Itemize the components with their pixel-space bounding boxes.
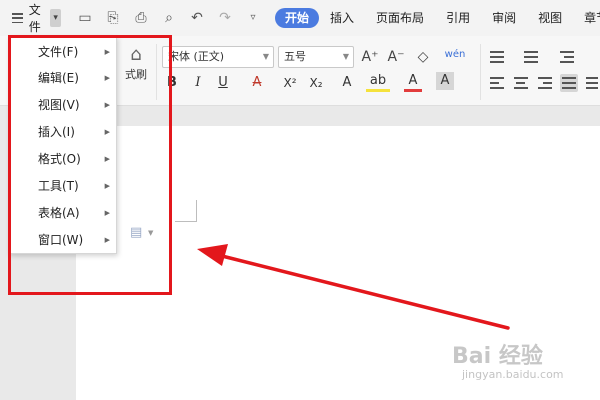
file-menu-button[interactable]: 文件 ▾ xyxy=(0,0,61,36)
text-effect-button[interactable]: A xyxy=(336,72,358,94)
distributed-align-icon[interactable] xyxy=(584,74,600,92)
decrease-indent-icon[interactable] xyxy=(558,48,576,66)
annotation-highlight-box xyxy=(8,35,172,295)
watermark-url: jingyan.baidu.com xyxy=(462,368,564,381)
customize-icon[interactable]: ▿ xyxy=(245,10,261,26)
print-preview-icon[interactable]: ⌕ xyxy=(161,10,177,26)
tab-section[interactable]: 章节 xyxy=(573,8,600,28)
undo-icon[interactable]: ↶ xyxy=(189,10,205,26)
save-icon[interactable]: ▭ xyxy=(77,10,93,26)
group-divider xyxy=(480,44,481,100)
quick-access-toolbar: ▭ ⎘ ⎙ ⌕ ↶ ↷ ▿ xyxy=(77,10,261,26)
tab-home[interactable]: 开始 xyxy=(275,8,320,28)
align-left-icon[interactable] xyxy=(488,74,506,92)
pinyin-guide-button[interactable]: wén xyxy=(442,45,468,65)
italic-button[interactable]: I xyxy=(188,72,208,94)
shrink-font-button[interactable]: A⁻ xyxy=(386,47,406,67)
redo-icon[interactable]: ↷ xyxy=(217,10,233,26)
export-icon[interactable]: ⎘ xyxy=(105,10,121,26)
subscript-button[interactable]: X₂ xyxy=(304,72,328,94)
chevron-down-icon: ▼ xyxy=(262,52,269,61)
print-icon[interactable]: ⎙ xyxy=(133,10,149,26)
menu-bar: 文件 ▾ ▭ ⎘ ⎙ ⌕ ↶ ↷ ▿ 开始 插入 页面布局 引用 审阅 视图 章… xyxy=(0,0,600,36)
align-right-icon[interactable] xyxy=(536,74,554,92)
page-margin-marker xyxy=(175,200,197,222)
tab-references[interactable]: 引用 xyxy=(435,8,481,28)
tab-page-layout[interactable]: 页面布局 xyxy=(365,8,435,28)
font-name-select[interactable]: 宋体 (正文) ▼ xyxy=(162,46,274,68)
watermark-logo: Bai 经验 xyxy=(452,344,543,369)
hamburger-icon xyxy=(12,13,23,23)
chevron-down-icon: ▼ xyxy=(342,52,349,61)
justify-icon[interactable] xyxy=(560,74,578,92)
highlight-button[interactable]: ab xyxy=(366,72,390,92)
underline-button[interactable]: U xyxy=(212,72,234,94)
tab-view[interactable]: 视图 xyxy=(527,8,573,28)
numbered-list-icon[interactable] xyxy=(522,48,540,66)
grow-font-button[interactable]: A⁺ xyxy=(360,47,380,67)
chevron-down-icon[interactable]: ▾ xyxy=(50,9,61,27)
tab-insert[interactable]: 插入 xyxy=(319,8,365,28)
font-name-value: 宋体 (正文) xyxy=(168,50,225,63)
ribbon-tabs: 开始 插入 页面布局 引用 审阅 视图 章节 xyxy=(275,8,600,28)
file-menu-label: 文件 xyxy=(28,3,41,34)
bullet-list-icon[interactable] xyxy=(488,48,506,66)
tab-review[interactable]: 审阅 xyxy=(481,8,527,28)
superscript-button[interactable]: X² xyxy=(278,72,302,94)
font-color-button[interactable]: A xyxy=(404,72,422,92)
strikethrough-button[interactable]: A xyxy=(246,72,268,94)
eraser-icon[interactable]: ◇ xyxy=(413,47,433,67)
align-center-icon[interactable] xyxy=(512,74,530,92)
character-shading-button[interactable]: A xyxy=(436,72,454,90)
font-size-select[interactable]: 五号 ▼ xyxy=(278,46,354,68)
font-size-value: 五号 xyxy=(284,50,306,63)
